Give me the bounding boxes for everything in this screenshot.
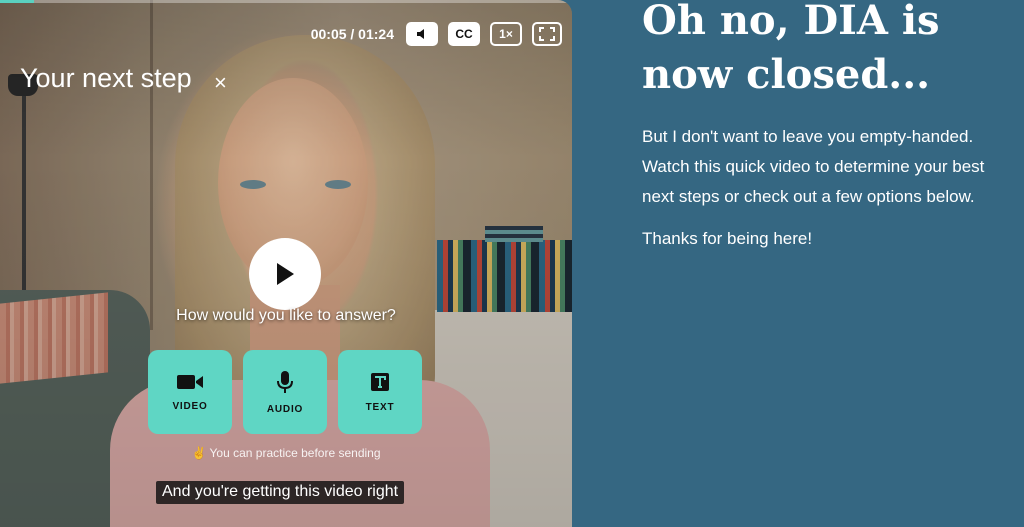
mute-button[interactable] bbox=[406, 22, 438, 46]
body-line-1: But I don't want to leave you empty-hand… bbox=[642, 127, 974, 146]
answer-video-button[interactable]: VIDEO bbox=[148, 350, 232, 434]
fullscreen-icon bbox=[539, 27, 555, 41]
play-button[interactable] bbox=[249, 238, 321, 310]
time-display: 00:05 / 01:24 bbox=[310, 26, 394, 42]
practice-note: ✌ You can practice before sending bbox=[191, 446, 381, 460]
speaker-icon bbox=[417, 29, 424, 39]
fullscreen-button[interactable] bbox=[532, 22, 562, 46]
body-line-3: next steps or check out a few options be… bbox=[642, 187, 975, 206]
answer-audio-button[interactable]: AUDIO bbox=[243, 350, 327, 434]
answer-audio-label: AUDIO bbox=[266, 403, 304, 415]
captions-button[interactable]: CC bbox=[448, 22, 480, 46]
text-icon bbox=[371, 372, 389, 391]
play-icon bbox=[277, 263, 294, 285]
headline-line-2: now closed... bbox=[642, 51, 931, 98]
page-headline: Oh no, DIA is now closed... bbox=[642, 0, 1024, 102]
answer-video-label: VIDEO bbox=[172, 400, 208, 412]
microphone-icon bbox=[277, 370, 293, 393]
video-camera-icon bbox=[177, 374, 203, 389]
panel-title: Your next step bbox=[20, 63, 192, 93]
headline-line-1: Oh no, DIA is bbox=[642, 0, 940, 44]
answer-question: How would you like to answer? bbox=[176, 307, 396, 324]
playback-speed-button[interactable]: 1× bbox=[490, 22, 522, 46]
body-line-2: Watch this quick video to determine your… bbox=[642, 157, 985, 176]
video-progress-fill bbox=[0, 0, 35, 3]
video-caption: And you're getting this video right bbox=[156, 481, 405, 504]
page-body-text: But I don't want to leave you empty-hand… bbox=[642, 122, 1024, 212]
video-progress-bar[interactable] bbox=[0, 0, 572, 3]
close-button[interactable]: × bbox=[214, 70, 227, 96]
answer-text-label: TEXT bbox=[365, 401, 395, 413]
closed-message-section: Oh no, DIA is now closed... But I don't … bbox=[642, 0, 1024, 254]
video-player[interactable]: 00:05 / 01:24 CC 1× Your next step × How… bbox=[0, 0, 572, 527]
answer-text-button[interactable]: TEXT bbox=[338, 350, 422, 434]
video-controls: 00:05 / 01:24 CC 1× bbox=[311, 22, 562, 46]
thanks-text: Thanks for being here! bbox=[642, 229, 813, 248]
